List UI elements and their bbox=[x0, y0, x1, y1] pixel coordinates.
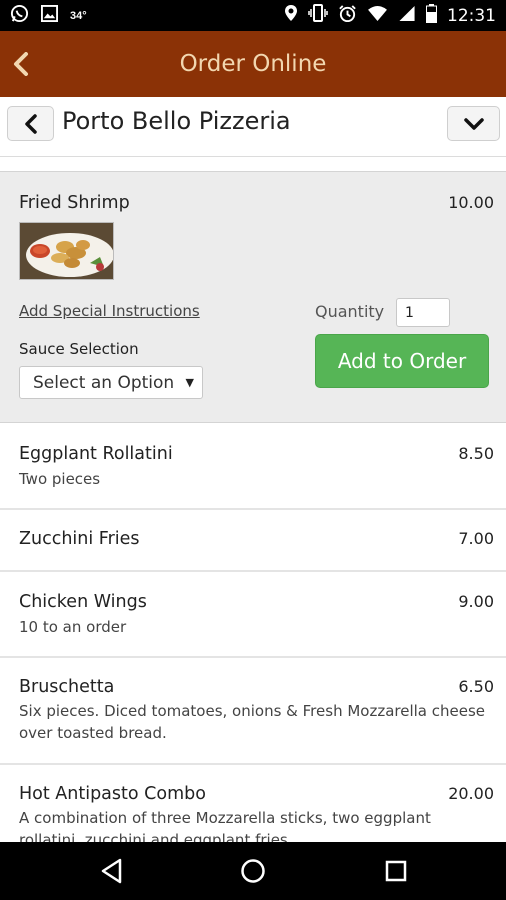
vibrate-icon bbox=[308, 4, 328, 27]
whatsapp-icon bbox=[10, 4, 29, 28]
item-name: Chicken Wings bbox=[19, 592, 147, 612]
item-name: Fried Shrimp bbox=[19, 193, 130, 213]
item-price: 6.50 bbox=[458, 677, 494, 696]
signal-icon bbox=[398, 5, 416, 27]
item-name: Zucchini Fries bbox=[19, 529, 140, 549]
battery-icon bbox=[426, 3, 437, 28]
item-price: 10.00 bbox=[448, 193, 494, 212]
item-price: 8.50 bbox=[458, 444, 494, 463]
list-item[interactable]: Bruschetta 6.50 Six pieces. Diced tomato… bbox=[0, 658, 506, 765]
add-special-instructions-link[interactable]: Add Special Instructions bbox=[19, 302, 200, 320]
status-system: 12:31 bbox=[284, 3, 496, 28]
list-item[interactable]: Zucchini Fries 7.00 bbox=[0, 510, 506, 572]
item-price: 20.00 bbox=[448, 784, 494, 803]
wifi-icon bbox=[367, 5, 388, 27]
triangle-back-icon bbox=[101, 858, 122, 884]
quantity-input[interactable]: 1 bbox=[396, 298, 450, 327]
app-bar: Order Online bbox=[0, 31, 506, 97]
app-back-button[interactable] bbox=[6, 49, 36, 79]
restaurant-header: Porto Bello Pizzeria bbox=[0, 97, 506, 157]
status-time: 12:31 bbox=[447, 5, 496, 26]
chevron-left-icon bbox=[24, 113, 37, 134]
item-price: 9.00 bbox=[458, 592, 494, 611]
sauce-select-value: Select an Option bbox=[33, 372, 175, 393]
nav-recents-button[interactable] bbox=[383, 858, 409, 884]
sauce-select[interactable]: Select an Option ▼ bbox=[19, 366, 203, 399]
status-bar: 34° 12:31 bbox=[0, 0, 506, 31]
item-name: Eggplant Rollatini bbox=[19, 444, 173, 464]
food-image bbox=[19, 222, 114, 280]
expanded-menu-item: Fried Shrimp 10.00 Add Special Instructi… bbox=[0, 171, 506, 423]
dropdown-arrow-icon: ▼ bbox=[185, 376, 194, 389]
sauce-selection-label: Sauce Selection bbox=[19, 340, 139, 358]
app-title: Order Online bbox=[179, 51, 327, 77]
restaurant-name: Porto Bello Pizzeria bbox=[62, 107, 291, 135]
nav-home-button[interactable] bbox=[240, 858, 266, 884]
restaurant-dropdown-button[interactable] bbox=[447, 106, 500, 141]
item-name: Hot Antipasto Combo bbox=[19, 784, 206, 804]
chevron-left-icon bbox=[14, 52, 28, 76]
location-icon bbox=[284, 4, 298, 27]
image-icon bbox=[41, 4, 58, 27]
chevron-down-icon bbox=[463, 117, 484, 130]
restaurant-back-button[interactable] bbox=[7, 106, 54, 141]
add-to-order-button[interactable]: Add to Order bbox=[315, 334, 489, 388]
item-description: 10 to an order bbox=[19, 618, 127, 636]
list-item[interactable]: Eggplant Rollatini 8.50 Two pieces bbox=[0, 425, 506, 510]
quantity-label: Quantity bbox=[315, 302, 385, 321]
item-name: Bruschetta bbox=[19, 677, 115, 697]
temperature-text: 34° bbox=[70, 9, 87, 22]
android-nav-bar bbox=[0, 842, 506, 900]
list-item[interactable]: Chicken Wings 9.00 10 to an order bbox=[0, 572, 506, 658]
square-recents-icon bbox=[385, 860, 407, 882]
item-description: Six pieces. Diced tomatoes, onions & Fre… bbox=[19, 702, 486, 742]
nav-back-button[interactable] bbox=[99, 858, 125, 884]
circle-home-icon bbox=[241, 859, 265, 883]
item-price: 7.00 bbox=[458, 529, 494, 548]
status-notifications: 34° bbox=[10, 4, 87, 28]
alarm-icon bbox=[338, 4, 357, 28]
item-description: Two pieces bbox=[19, 470, 101, 488]
